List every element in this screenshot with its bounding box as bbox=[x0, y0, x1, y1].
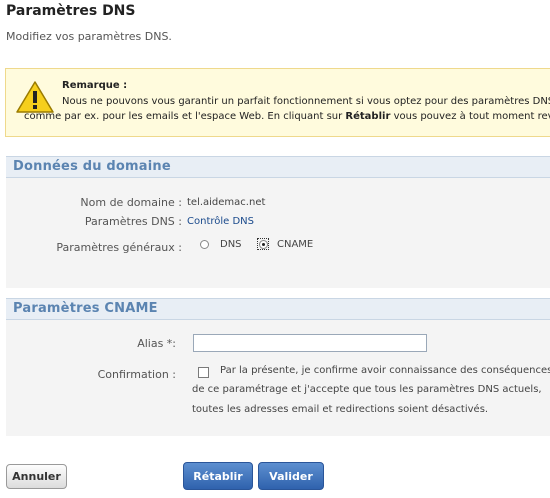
validate-button[interactable]: Valider bbox=[258, 462, 324, 490]
confirmation-text-line3: toutes les adresses email et redirection… bbox=[192, 404, 489, 415]
cname-section-header: Paramètres CNAME bbox=[6, 298, 550, 320]
notice-reset-keyword: Rétablir bbox=[345, 111, 391, 122]
cname-section-title: Paramètres CNAME bbox=[13, 301, 158, 316]
warning-notice: Remarque : Nous ne pouvons vous garantir… bbox=[5, 68, 550, 137]
radio-dns-label: DNS bbox=[220, 239, 242, 250]
notice-text-line2: comme par ex. pour les emails et l'espac… bbox=[24, 111, 550, 122]
dns-settings-label: Paramètres DNS : bbox=[84, 215, 182, 228]
notice-text-line1: Nous ne pouvons vous garantir un parfait… bbox=[62, 96, 550, 107]
radio-cname[interactable] bbox=[258, 239, 268, 249]
page-title: Paramètres DNS bbox=[6, 3, 136, 19]
domain-panel: Données du domaine Nom de domaine : tel.… bbox=[6, 156, 550, 288]
cname-panel: Paramètres CNAME Alias *: Confirmation :… bbox=[6, 298, 550, 436]
radio-dns[interactable] bbox=[200, 240, 209, 249]
page-subtitle: Modifiez vos paramètres DNS. bbox=[6, 30, 172, 43]
warning-icon bbox=[16, 81, 54, 113]
radio-cname-label: CNAME bbox=[277, 239, 314, 250]
notice-text-part: comme par ex. pour les emails et l'espac… bbox=[24, 111, 346, 122]
cancel-button[interactable]: Annuler bbox=[6, 464, 67, 489]
alias-input[interactable] bbox=[193, 334, 427, 352]
domain-section-header: Données du domaine bbox=[6, 156, 550, 178]
domain-section-title: Données du domaine bbox=[13, 159, 171, 174]
general-settings-label: Paramètres généraux : bbox=[56, 241, 182, 254]
domain-name-label: Nom de domaine : bbox=[80, 196, 182, 209]
confirmation-text-line1: Par la présente, je confirme avoir conna… bbox=[220, 365, 550, 376]
confirmation-text-line2: de ce paramétrage et j'accepte que tous … bbox=[192, 384, 542, 395]
notice-text-part: vous pouvez à tout moment reveni bbox=[393, 111, 550, 122]
notice-title: Remarque : bbox=[62, 80, 128, 91]
radio-cname-focus[interactable] bbox=[257, 238, 269, 250]
alias-label: Alias *: bbox=[137, 337, 176, 350]
dns-control-link[interactable]: Contrôle DNS bbox=[187, 216, 254, 227]
reset-button[interactable]: Rétablir bbox=[183, 462, 253, 490]
confirmation-label: Confirmation : bbox=[97, 368, 176, 381]
domain-name-value: tel.aidemac.net bbox=[187, 197, 266, 208]
confirmation-checkbox[interactable] bbox=[198, 367, 209, 378]
